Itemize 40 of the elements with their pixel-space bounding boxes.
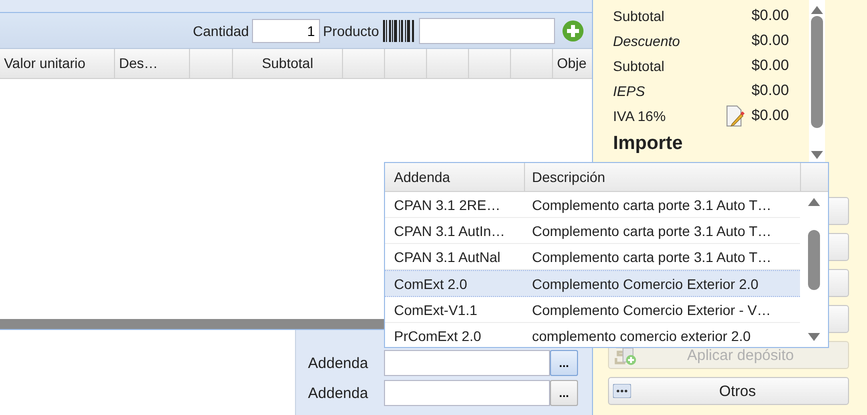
column-header[interactable]: Addenda xyxy=(385,163,525,191)
addenda-row[interactable]: ComExt-V1.1 Complemento Comercio Exterior - V… xyxy=(385,297,800,323)
total-label: Subtotal xyxy=(613,8,666,24)
total-label: Descuento xyxy=(613,32,681,48)
scroll-down-icon[interactable] xyxy=(811,151,823,159)
addenda-field[interactable] xyxy=(384,380,550,406)
total-value: $0.00 xyxy=(751,57,789,74)
quantity-field[interactable]: 1 xyxy=(252,18,320,42)
addenda-row[interactable]: ComExt 2.0 Complemento Comercio Exterior 2.0 xyxy=(385,270,800,297)
addenda-field[interactable] xyxy=(384,350,550,376)
product-label: Producto xyxy=(322,22,379,38)
product-field[interactable] xyxy=(419,18,555,44)
browse-button[interactable]: ... xyxy=(550,380,578,406)
addenda-row[interactable]: CPAN 3.1 2RE… Complemento carta porte 3.1 Auto T… xyxy=(385,192,800,218)
column-header[interactable]: Des… xyxy=(115,49,190,78)
total-label: IEPS xyxy=(613,82,646,98)
quantity-label: Cantidad xyxy=(192,22,249,38)
total-value: $0.00 xyxy=(751,7,789,24)
scroll-thumb[interactable] xyxy=(808,230,820,290)
scroll-thumb[interactable] xyxy=(811,16,823,128)
addenda-row[interactable]: CPAN 3.1 AutIn… Complemento carta porte 3.1 Auto T… xyxy=(385,218,800,244)
edit-document-icon[interactable] xyxy=(725,104,745,126)
barcode-icon[interactable] xyxy=(382,18,416,42)
addenda-label: Addenda xyxy=(308,354,370,372)
total-label: IVA 16% xyxy=(613,108,667,124)
scroll-up-icon[interactable] xyxy=(808,198,820,206)
scrollbar[interactable] xyxy=(809,0,825,165)
action-button[interactable]: Otros xyxy=(608,377,849,405)
more-icon xyxy=(613,384,631,398)
total-value: $0.00 xyxy=(751,82,789,99)
add-icon[interactable] xyxy=(562,20,584,42)
column-header[interactable]: Descripción xyxy=(525,163,801,191)
total-value: $0.00 xyxy=(751,107,789,124)
browse-button[interactable]: ... xyxy=(550,350,578,376)
amount-heading: Importe xyxy=(613,133,684,155)
addenda-label: Addenda xyxy=(308,384,370,402)
column-header[interactable]: Subtotal xyxy=(233,49,343,78)
column-header[interactable]: Valor unitario xyxy=(0,49,115,78)
total-value: $0.00 xyxy=(751,32,789,49)
total-label: Subtotal xyxy=(613,58,666,74)
